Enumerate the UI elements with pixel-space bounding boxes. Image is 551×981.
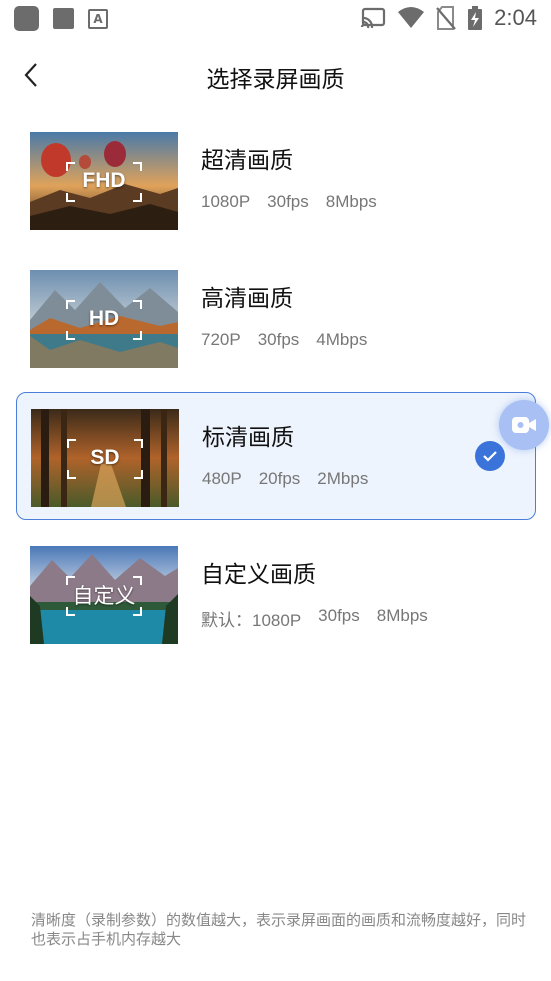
frame-rate: 20fps <box>258 469 301 488</box>
bitrate: 8Mbps <box>376 606 428 625</box>
option-specs: 1080P 30fps 8Mbps <box>201 192 377 212</box>
option-name: 超清画质 <box>201 148 293 174</box>
quality-option-fhd[interactable]: FHD 超清画质 1080P 30fps 8Mbps <box>16 116 536 244</box>
wifi-icon <box>398 7 425 28</box>
quality-option-hd[interactable]: HD 高清画质 720P 30fps 4Mbps <box>16 254 536 382</box>
thumbnail-hd: HD <box>30 270 178 368</box>
thumbnail-label: SD <box>90 446 120 469</box>
app-square-icon <box>14 6 39 31</box>
status-bar: A 2:04 <box>0 0 551 36</box>
bitrate: 2Mbps <box>317 469 369 488</box>
thumbnail-label: FHD <box>82 169 126 192</box>
floating-recorder-button[interactable] <box>499 400 549 450</box>
frame-rate: 30fps <box>318 606 360 625</box>
resolution: 480P <box>202 469 242 488</box>
font-a-icon: A <box>88 8 108 29</box>
cast-icon <box>361 7 386 29</box>
video-camera-icon <box>512 417 536 433</box>
option-name: 高清画质 <box>201 286 293 312</box>
frame-rate: 30fps <box>257 330 300 349</box>
status-time: 2:04 <box>494 5 537 30</box>
resolution: 1080P <box>201 192 251 211</box>
option-name: 标清画质 <box>202 425 294 451</box>
option-name: 自定义画质 <box>201 562 316 588</box>
bitrate: 4Mbps <box>316 330 368 349</box>
bitrate: 8Mbps <box>325 192 377 211</box>
battery-charging-icon <box>468 6 483 30</box>
header: 选择录屏画质 <box>0 50 551 100</box>
option-specs: 480P 20fps 2Mbps <box>202 469 368 489</box>
status-left-icons: A <box>14 6 108 31</box>
thumbnail-custom: 自定义 <box>30 546 178 644</box>
option-specs: 默认：1080P 30fps 8Mbps <box>201 606 428 631</box>
page-title: 选择录屏画质 <box>206 67 345 93</box>
resolution: 默认：1080P <box>201 611 302 630</box>
thumbnail-label: 自定义 <box>72 585 136 608</box>
frame-rate: 30fps <box>267 192 309 211</box>
quality-option-custom[interactable]: 自定义 自定义画质 默认：1080P 30fps 8Mbps <box>16 530 536 658</box>
thumbnail-sd: SD <box>31 409 179 507</box>
status-right-icons: 2:04 <box>360 5 537 31</box>
footnote-text: 清晰度（录制参数）的数值越大，表示录屏画面的画质和流畅度越好，同时也表示占手机内… <box>31 911 527 948</box>
option-specs: 720P 30fps 4Mbps <box>201 330 367 350</box>
selected-check-icon <box>475 441 505 471</box>
resolution: 720P <box>201 330 241 349</box>
thumbnail-fhd: FHD <box>30 132 178 230</box>
no-sim-icon <box>436 6 457 30</box>
thumbnail-label: HD <box>88 307 120 330</box>
quality-option-sd[interactable]: SD 标清画质 480P 20fps 2Mbps <box>16 392 536 520</box>
app-square-icon <box>53 8 74 29</box>
